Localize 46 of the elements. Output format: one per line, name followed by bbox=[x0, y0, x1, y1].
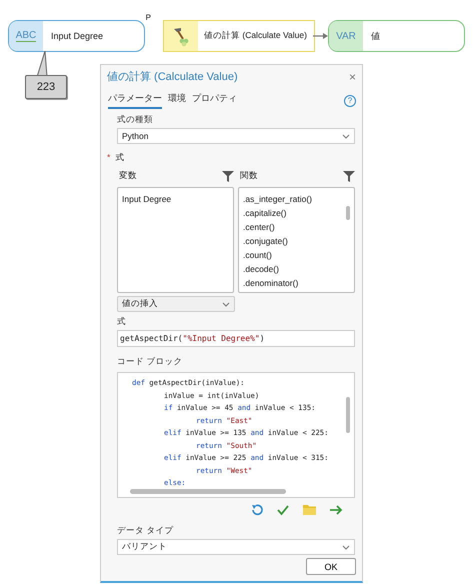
chevron-icon bbox=[342, 134, 350, 138]
node-label: 値 bbox=[370, 30, 380, 42]
undo-icon[interactable] bbox=[250, 503, 264, 517]
list-item[interactable]: .capitalize() bbox=[243, 206, 346, 220]
tab[interactable]: パラメーター bbox=[108, 92, 162, 109]
tab[interactable]: プロパティ bbox=[192, 92, 237, 109]
dropdown[interactable]: Python bbox=[117, 128, 355, 144]
list-item[interactable]: .decode() bbox=[243, 262, 346, 276]
parameter-mark: P bbox=[146, 13, 151, 22]
node-label: Input Degree bbox=[50, 31, 104, 41]
required-mark: * bbox=[107, 152, 110, 164]
ok-button[interactable]: OK bbox=[306, 558, 356, 575]
type-label: VAR bbox=[336, 30, 356, 42]
list-item[interactable]: .conjugate() bbox=[243, 234, 346, 248]
field-label: コード ブロック bbox=[117, 356, 184, 368]
type-label: ABC bbox=[16, 30, 36, 42]
arrow-right-icon[interactable] bbox=[329, 503, 343, 517]
node-label: 値の計算 (Calculate Value) bbox=[203, 30, 307, 42]
model-node[interactable]: 値の計算 (Calculate Value) bbox=[163, 20, 315, 52]
value-tag: 223 bbox=[25, 75, 67, 99]
tab[interactable]: 環境 bbox=[168, 92, 186, 109]
chevron-icon bbox=[222, 302, 230, 306]
list-item[interactable]: .count() bbox=[243, 248, 346, 262]
filter-icon[interactable] bbox=[343, 170, 355, 182]
field-label: 式 bbox=[117, 316, 127, 328]
dialog-title: 値の計算 (Calculate Value) bbox=[107, 70, 238, 84]
list-item[interactable]: .denominator() bbox=[243, 276, 346, 288]
list-heading: 関数 bbox=[240, 170, 258, 182]
chevron-icon bbox=[342, 544, 350, 550]
callout-pointer bbox=[34, 51, 48, 77]
list-heading: 変数 bbox=[119, 170, 137, 182]
field-label: データ タイプ bbox=[117, 525, 174, 537]
connector-arrow bbox=[313, 32, 329, 40]
dropdown[interactable]: 値の挿入 bbox=[117, 296, 235, 312]
dropdown[interactable]: バリアント bbox=[117, 539, 355, 555]
expression-field[interactable]: getAspectDir("%Input Degree%") bbox=[117, 330, 355, 347]
list-item[interactable]: .center() bbox=[243, 220, 346, 234]
list-item[interactable]: .as_integer_ratio() bbox=[243, 192, 346, 206]
model-node[interactable]: VAR 値 bbox=[328, 20, 465, 52]
list-item[interactable]: Input Degree bbox=[122, 192, 229, 206]
field-label: 式の種類 bbox=[117, 114, 154, 126]
filter-icon[interactable] bbox=[222, 170, 234, 182]
help-button[interactable]: ? bbox=[344, 94, 356, 106]
check-icon[interactable] bbox=[276, 503, 290, 517]
close-button[interactable]: × bbox=[348, 70, 356, 84]
section-label: 式 bbox=[115, 152, 124, 164]
